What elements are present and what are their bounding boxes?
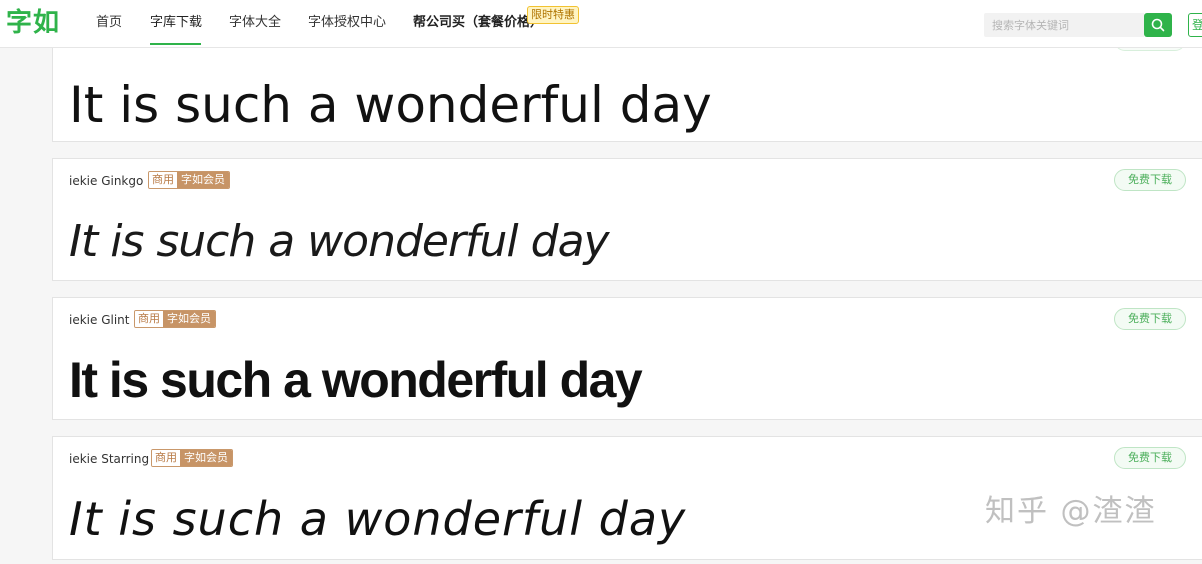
- login-button[interactable]: 登: [1188, 13, 1202, 37]
- license-tags: 商用 字如会员: [151, 449, 233, 467]
- download-button[interactable]: 免费下载: [1114, 169, 1186, 191]
- tag-commercial: 商用: [149, 172, 177, 188]
- hot-deal-badge: 限时特惠: [527, 6, 579, 24]
- tag-member: 字如会员: [180, 450, 232, 466]
- nav-font-collection[interactable]: 字体大全: [229, 14, 281, 32]
- site-logo[interactable]: 字如: [6, 8, 60, 38]
- font-card: It is such a wonderful day: [52, 29, 1202, 142]
- download-button[interactable]: 免费下载: [1114, 308, 1186, 330]
- license-tags: 商用 字如会员: [134, 310, 216, 328]
- page: 字如 首页 字库下载 字体大全 字体授权中心 帮公司买（套餐价格） 限时特惠 登…: [0, 0, 1202, 564]
- font-card: iekie Ginkgo 商用 字如会员 免费下载 It is such a w…: [52, 158, 1202, 281]
- font-sample-text: It is such a wonderful day: [69, 352, 643, 408]
- font-card: iekie Glint 商用 字如会员 免费下载 It is such a wo…: [52, 297, 1202, 420]
- nav-home[interactable]: 首页: [96, 14, 122, 32]
- font-name[interactable]: iekie Glint: [69, 312, 129, 328]
- nav-license-center[interactable]: 字体授权中心: [308, 14, 386, 32]
- tag-commercial: 商用: [152, 450, 180, 466]
- nav-company-purchase[interactable]: 帮公司买（套餐价格）: [413, 14, 543, 32]
- search-button[interactable]: [1144, 13, 1172, 37]
- font-sample-text: It is such a wonderful day: [69, 216, 610, 267]
- font-name[interactable]: iekie Starring: [69, 451, 149, 467]
- tag-member: 字如会员: [177, 172, 229, 188]
- top-header: 字如 首页 字库下载 字体大全 字体授权中心 帮公司买（套餐价格） 限时特惠 登: [0, 0, 1202, 48]
- tag-commercial: 商用: [135, 311, 163, 327]
- license-tags: 商用 字如会员: [148, 171, 230, 189]
- search-icon: [1151, 18, 1165, 32]
- download-button[interactable]: 免费下载: [1114, 447, 1186, 469]
- font-sample-text: It is such a wonderful day: [69, 76, 712, 134]
- font-sample-text: It is such a wonderful day: [69, 492, 687, 546]
- tag-member: 字如会员: [163, 311, 215, 327]
- active-nav-underline: [150, 43, 201, 45]
- font-name[interactable]: iekie Ginkgo: [69, 173, 143, 189]
- nav-font-download[interactable]: 字库下载: [150, 14, 202, 32]
- zhihu-watermark: 知乎 @渣渣: [985, 494, 1157, 529]
- search-input[interactable]: [984, 13, 1144, 37]
